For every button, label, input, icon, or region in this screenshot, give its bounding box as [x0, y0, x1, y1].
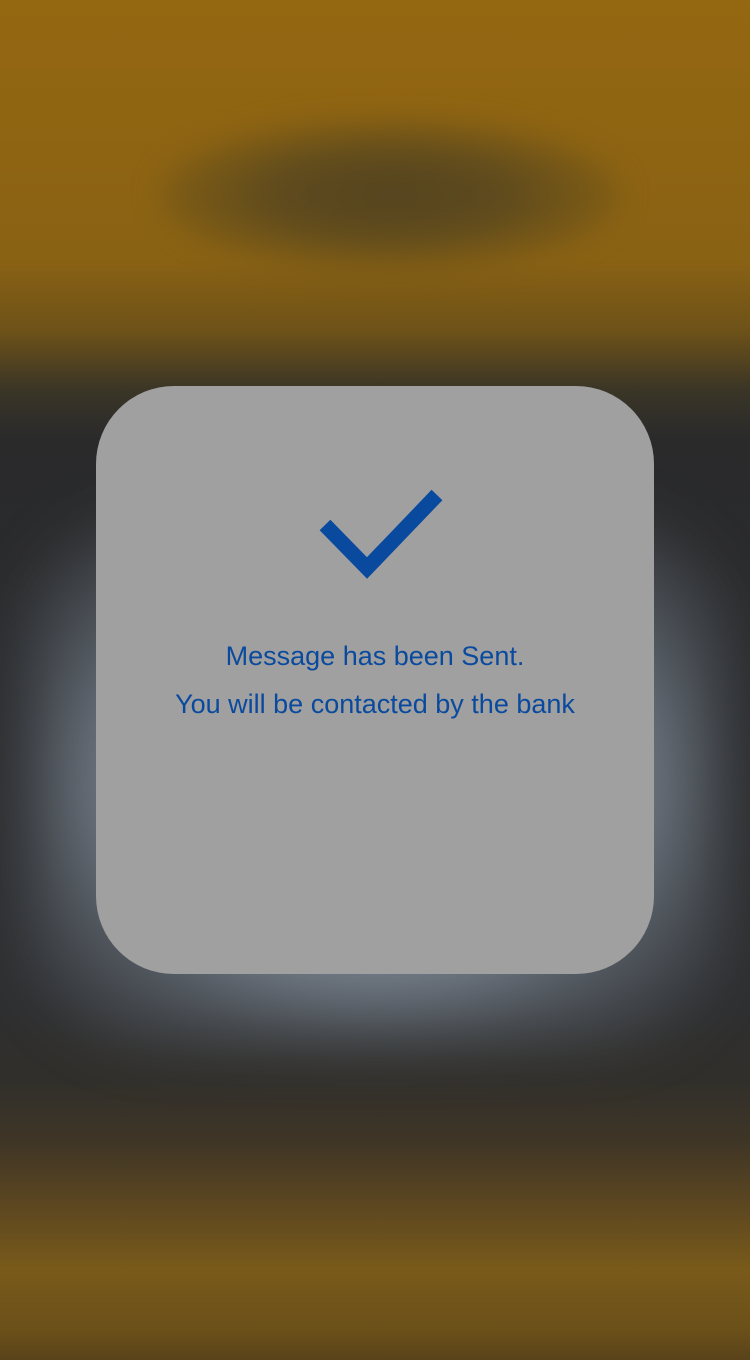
contact-notice: You will be contacted by the bank — [175, 689, 575, 719]
confirmation-message: Message has been Sent. — [225, 641, 525, 671]
blurred-header-shape — [160, 120, 620, 270]
checkmark-icon — [319, 489, 443, 579]
confirmation-dialog — [96, 386, 654, 974]
